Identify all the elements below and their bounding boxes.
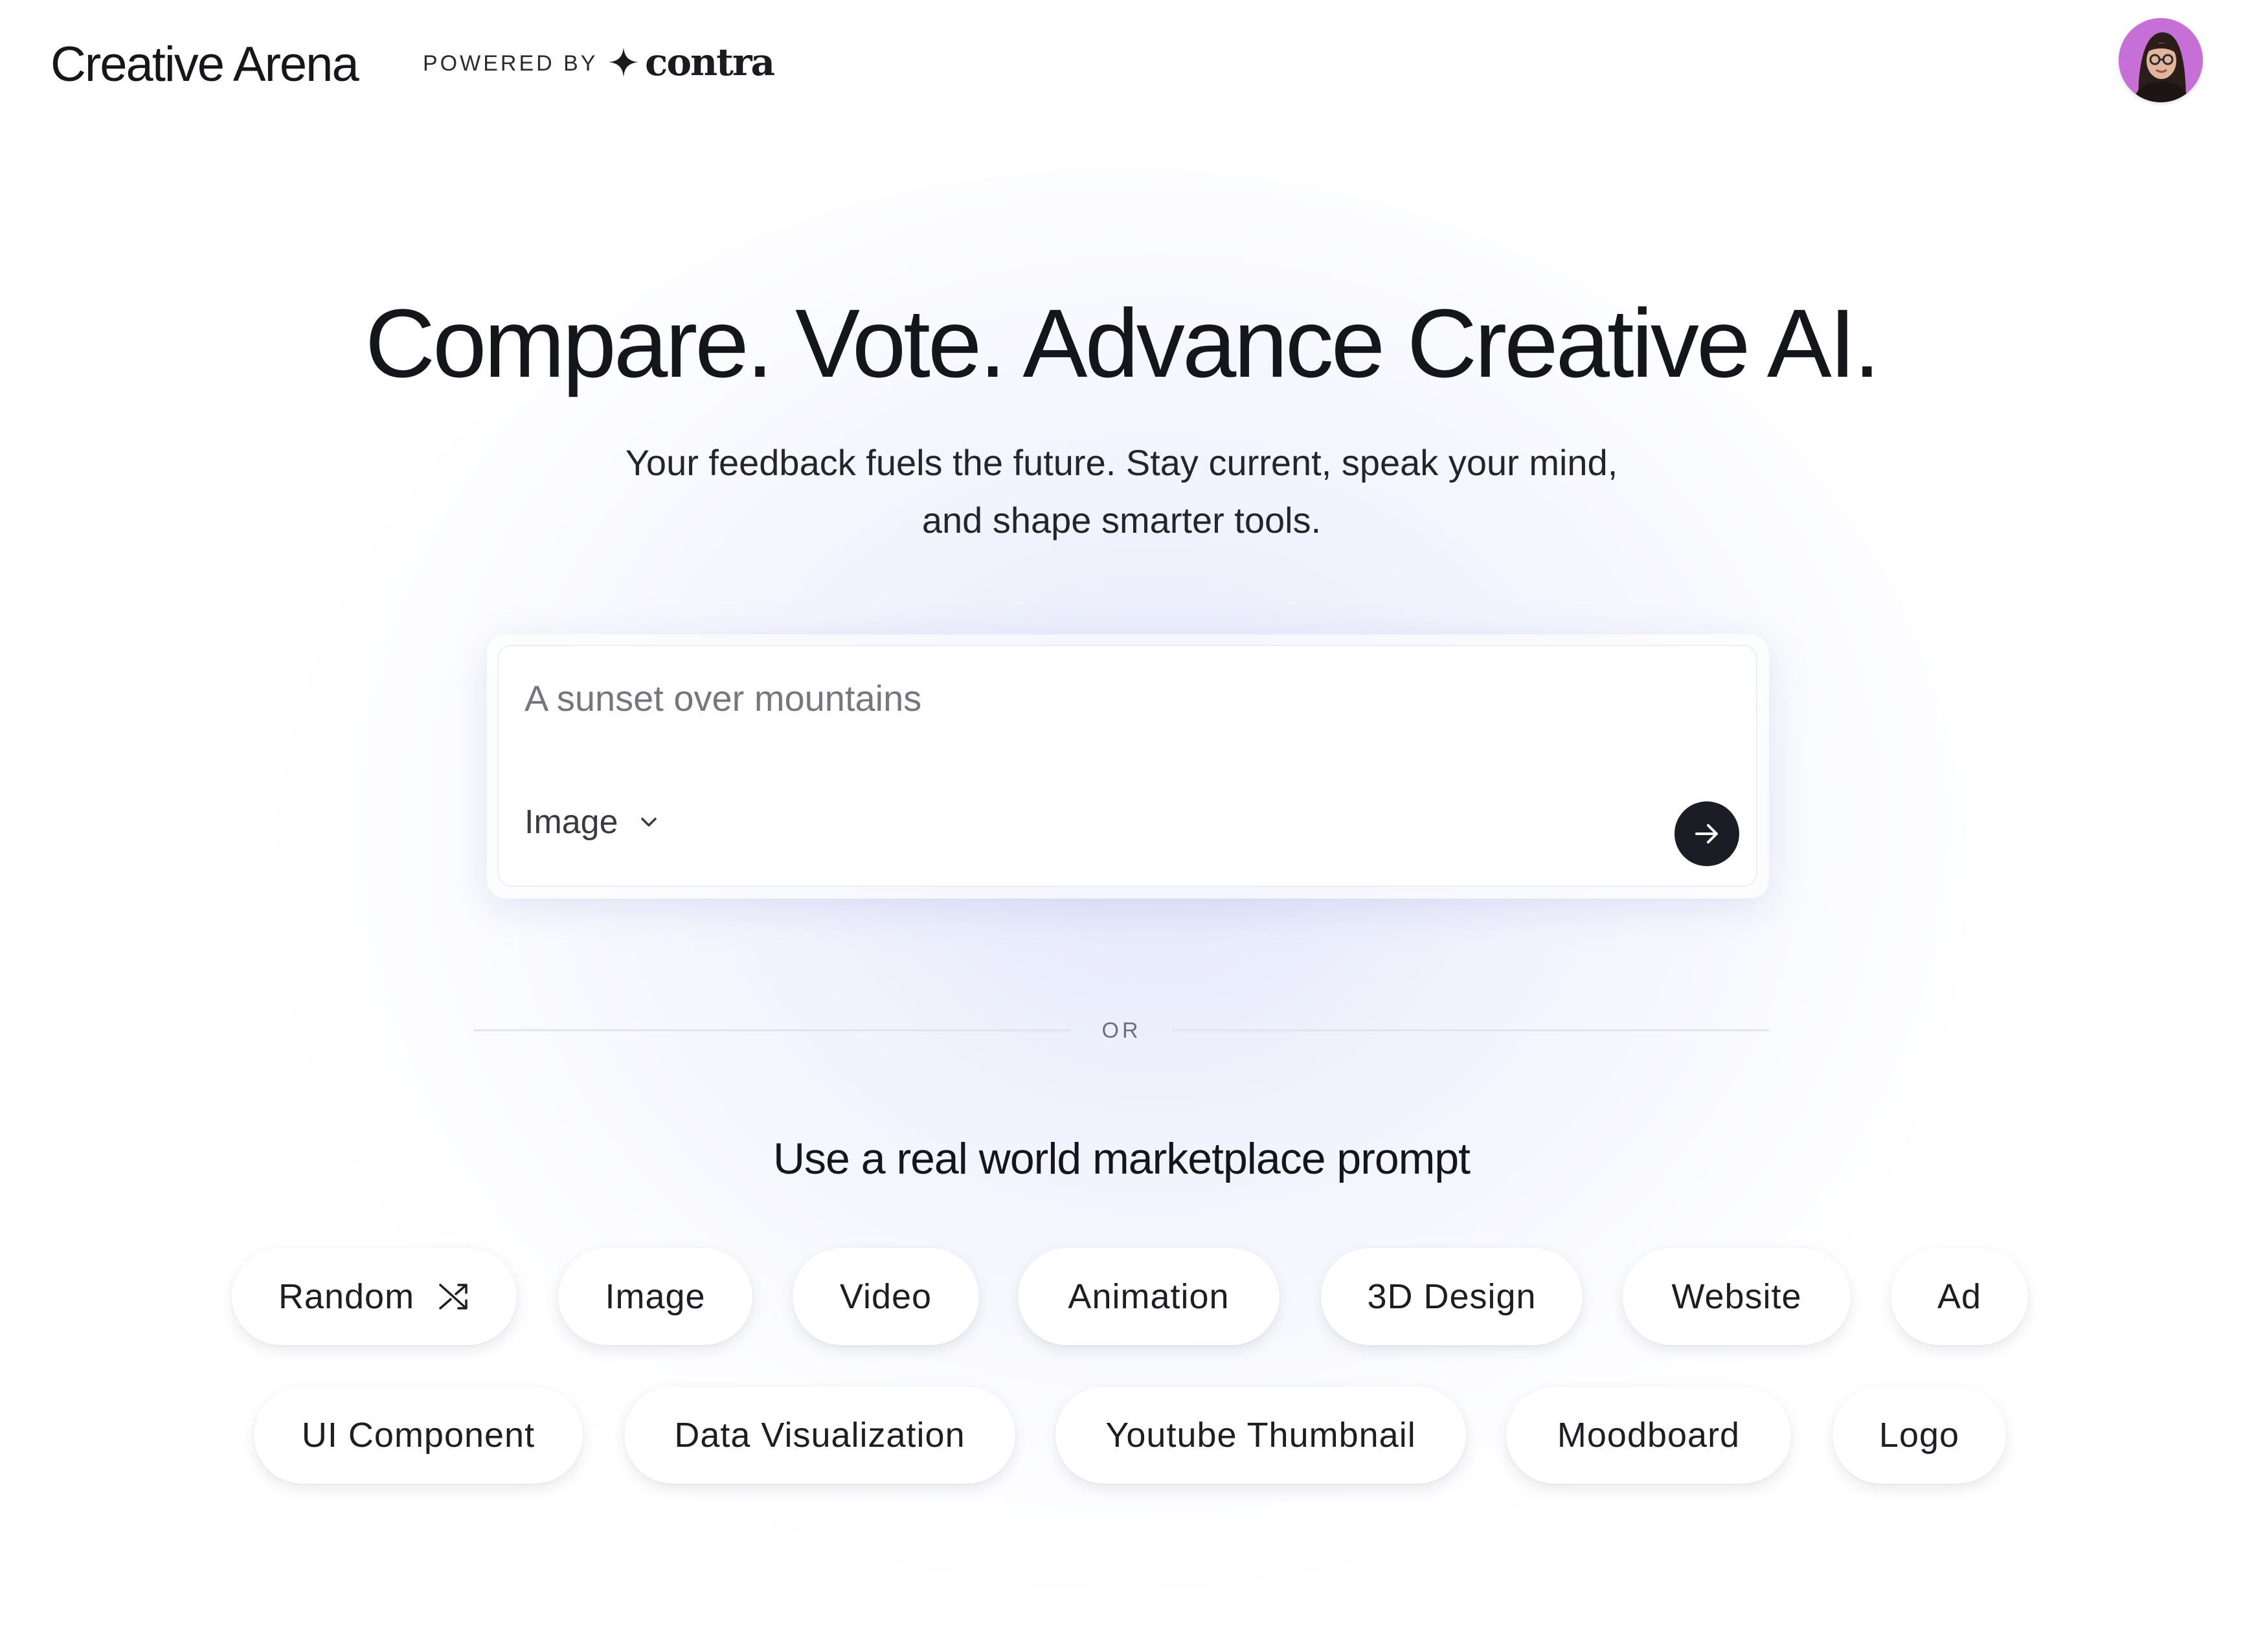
user-avatar[interactable]	[2119, 18, 2203, 102]
chip-label: Moodboard	[1557, 1416, 1741, 1455]
submit-button[interactable]	[1674, 801, 1739, 866]
chip-random[interactable]: Random	[232, 1248, 517, 1345]
partner-logo[interactable]: contra	[609, 40, 775, 84]
chip-logo[interactable]: Logo	[1832, 1387, 2006, 1484]
prompt-box: Image	[487, 634, 1769, 899]
chip-ad[interactable]: Ad	[1891, 1248, 2028, 1345]
chip-label: UI Component	[301, 1416, 535, 1455]
chip-label: Logo	[1878, 1416, 1960, 1455]
chip-label: 3D Design	[1367, 1277, 1537, 1316]
prompt-card: Image	[497, 645, 1757, 887]
chip-3d-design[interactable]: 3D Design	[1321, 1248, 1583, 1345]
marketplace-title: Use a real world marketplace prompt	[772, 1134, 1471, 1183]
chip-website[interactable]: Website	[1623, 1248, 1851, 1345]
avatar-image	[2119, 18, 2203, 102]
chip-label: Ad	[1937, 1277, 1982, 1316]
chip-label: Video	[839, 1277, 932, 1316]
chip-video[interactable]: Video	[793, 1248, 979, 1345]
prompt-input[interactable]	[524, 672, 1625, 724]
shuffle-icon	[439, 1284, 468, 1310]
chip-ui-component[interactable]: UI Component	[254, 1387, 583, 1484]
chip-image[interactable]: Image	[558, 1248, 752, 1345]
divider-or: OR	[1101, 1018, 1142, 1043]
four-point-star-icon	[609, 47, 638, 77]
chip-label: Data Visualization	[674, 1416, 965, 1455]
chip-label: Animation	[1068, 1277, 1230, 1316]
chip-label: Image	[605, 1277, 706, 1316]
media-type-label: Image	[524, 803, 618, 841]
divider-line-right	[1172, 1029, 1769, 1031]
divider-line-left	[474, 1029, 1071, 1031]
arrow-right-icon	[1695, 824, 1718, 843]
chip-youtube-thumbnail[interactable]: Youtube Thumbnail	[1055, 1387, 1466, 1484]
hero-subtitle: Your feedback fuels the future. Stay cur…	[0, 434, 2243, 549]
chip-moodboard[interactable]: Moodboard	[1506, 1387, 1791, 1484]
chip-animation[interactable]: Animation	[1018, 1248, 1279, 1345]
hero-title: Compare. Vote. Advance Creative AI.	[365, 289, 1880, 397]
chip-label: Website	[1671, 1277, 1802, 1316]
chevron-down-icon	[640, 818, 657, 827]
chip-label: Random	[278, 1277, 415, 1316]
powered-by-label: POWERED BY	[423, 51, 598, 76]
media-type-select[interactable]: Image	[524, 796, 660, 848]
partner-name: contra	[645, 40, 775, 84]
chip-label: Youtube Thumbnail	[1105, 1416, 1416, 1455]
hero-subtitle-line1: Your feedback fuels the future. Stay cur…	[625, 442, 1618, 483]
chip-data-visualization[interactable]: Data Visualization	[624, 1387, 1015, 1484]
hero-subtitle-line2: and shape smarter tools.	[921, 500, 1322, 541]
brand-logo[interactable]: Creative Arena	[51, 32, 359, 97]
